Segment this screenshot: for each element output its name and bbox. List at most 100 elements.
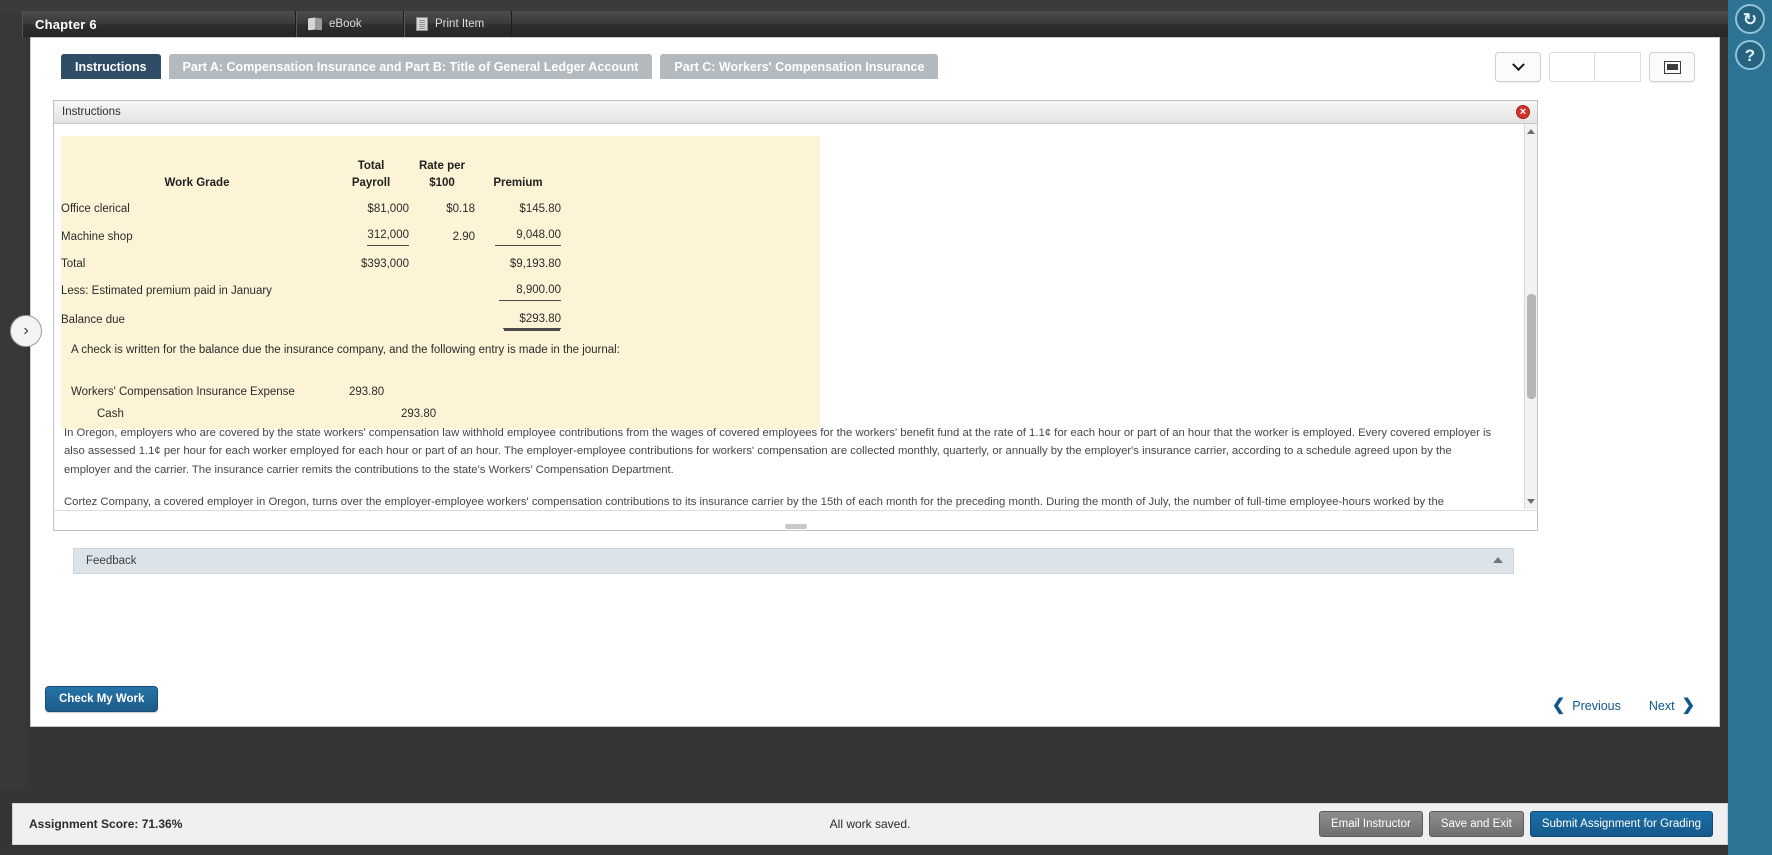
left-frame-edge xyxy=(0,0,26,790)
list-view-icon xyxy=(1663,60,1681,74)
ebook-tab-label: eBook xyxy=(329,18,362,30)
next-label: Next xyxy=(1648,699,1675,713)
chapter-title: Chapter 6 xyxy=(22,11,296,37)
instructions-panel-body: Work Grade Total Payroll Rate per $100 P… xyxy=(54,124,1537,509)
header-spacer xyxy=(512,11,1728,37)
next-button[interactable]: Next ❯ xyxy=(1649,698,1695,714)
save-status: All work saved. xyxy=(829,817,911,831)
row-premium-value: 9,048.00 xyxy=(495,229,561,246)
refresh-icon[interactable]: ↻ xyxy=(1735,4,1765,34)
total-payroll: $393,000 xyxy=(361,257,409,270)
tab-part-a-b[interactable]: Part A: Compensation Insurance and Part … xyxy=(168,54,653,79)
instructions-panel-header: Instructions × xyxy=(54,101,1537,124)
card-toolbar xyxy=(1495,52,1695,82)
less-rate-blank xyxy=(409,278,475,307)
table-row: Machine shop 312,000 2.90 9,048.00 xyxy=(61,223,561,252)
row-payroll-value: 312,000 xyxy=(367,229,409,246)
instructions-panel-title: Instructions xyxy=(62,106,121,118)
balance-premium-value: $293.80 xyxy=(503,313,561,330)
total-premium: $9,193.80 xyxy=(509,257,561,270)
instructions-panel-footer xyxy=(54,510,1537,530)
list-view-button[interactable] xyxy=(1649,52,1695,82)
col-total-payroll-line2: Payroll xyxy=(351,176,391,189)
journal-line-credit: 293.80 xyxy=(401,408,437,420)
row-label: Office clerical xyxy=(61,203,130,216)
col-premium: Premium xyxy=(493,176,543,189)
scrollbar-thumb[interactable] xyxy=(1527,294,1536,399)
book-icon xyxy=(308,17,322,31)
vertical-scrollbar[interactable] xyxy=(1524,124,1537,509)
save-and-exit-button[interactable]: Save and Exit xyxy=(1428,811,1524,837)
submit-assignment-button[interactable]: Submit Assignment for Grading xyxy=(1529,811,1713,837)
col-rate-line2: $100 xyxy=(429,176,455,189)
triangle-up-icon[interactable] xyxy=(1493,557,1503,563)
feedback-bar[interactable]: Feedback xyxy=(73,548,1514,574)
journal-note: A check is written for the balance due t… xyxy=(71,344,620,356)
toolbar-field-two[interactable] xyxy=(1595,52,1641,82)
page-navigation: ❮ Previous Next ❯ xyxy=(1552,698,1695,714)
row-rate: $0.18 xyxy=(446,203,475,216)
row-premium: $145.80 xyxy=(519,203,561,216)
status-bar-actions: Email Instructor Save and Exit Submit As… xyxy=(1318,811,1713,837)
balance-premium: $293.80 xyxy=(475,307,561,336)
row-label: Machine shop xyxy=(61,230,133,243)
less-label: Less: Estimated premium paid in January xyxy=(61,285,272,298)
paragraph: In Oregon, employers who are covered by … xyxy=(64,427,1492,476)
chevron-left-icon: ❮ xyxy=(1551,697,1566,714)
chevron-right-icon[interactable]: › xyxy=(10,315,42,347)
feedback-label: Feedback xyxy=(86,555,137,567)
instructions-panel: Instructions × Work Grade Total Payroll xyxy=(53,100,1538,531)
check-my-work-button[interactable]: Check My Work xyxy=(45,686,159,712)
balance-rate-blank xyxy=(409,307,475,336)
row-rate: 2.90 xyxy=(452,230,475,243)
help-icon[interactable]: ? xyxy=(1735,40,1765,70)
print-icon xyxy=(416,17,428,31)
toolbar-field-one[interactable] xyxy=(1549,52,1595,82)
previous-label: Previous xyxy=(1572,699,1621,713)
table-header-row: Work Grade Total Payroll Rate per $100 P… xyxy=(61,158,561,197)
total-rate xyxy=(409,252,475,278)
table-balance-row: Balance due $293.80 xyxy=(61,307,561,336)
paragraph: Cortez Company, a covered employer in Or… xyxy=(64,495,1445,508)
assignment-score: Assignment Score: 71.36% xyxy=(29,817,183,831)
previous-button[interactable]: ❮ Previous xyxy=(1552,698,1621,714)
balance-label: Balance due xyxy=(61,314,125,327)
tab-instructions[interactable]: Instructions xyxy=(61,54,161,79)
less-premium-value: 8,900.00 xyxy=(499,284,561,301)
col-rate-line1: Rate per xyxy=(418,160,466,172)
scroll-down-icon[interactable] xyxy=(1525,495,1537,508)
close-icon[interactable]: × xyxy=(1516,105,1530,119)
example-block: Work Grade Total Payroll Rate per $100 P… xyxy=(61,136,820,429)
journal-line-account: Workers' Compensation Insurance Expense xyxy=(71,386,295,398)
journal-line-account: Cash xyxy=(97,408,124,420)
application-window: ↻ ? Chapter 6 eBook Print Item › Instruc… xyxy=(0,0,1772,855)
table-header: Work Grade Total Payroll Rate per $100 P… xyxy=(61,158,561,197)
scroll-up-icon[interactable] xyxy=(1525,125,1537,138)
col-total-payroll: Total Payroll xyxy=(333,158,409,197)
status-bar: Assignment Score: 71.36% All work saved.… xyxy=(12,803,1728,845)
premium-calculation-table: Work Grade Total Payroll Rate per $100 P… xyxy=(61,158,561,335)
row-premium: 9,048.00 xyxy=(475,223,561,252)
col-rate-per-100: Rate per $100 xyxy=(409,158,475,197)
resize-grip[interactable] xyxy=(784,524,807,529)
table-less-row: Less: Estimated premium paid in January … xyxy=(61,278,561,307)
email-instructor-button[interactable]: Email Instructor xyxy=(1318,811,1423,837)
app-header: Chapter 6 eBook Print Item xyxy=(22,11,1728,37)
tab-part-c[interactable]: Part C: Workers' Compensation Insurance xyxy=(660,54,939,79)
total-label: Total xyxy=(61,257,86,270)
ebook-tab[interactable]: eBook xyxy=(296,11,404,37)
less-premium: 8,900.00 xyxy=(475,278,561,307)
content-card: Instructions Part A: Compensation Insura… xyxy=(30,37,1720,727)
table-row: Office clerical $81,000 $0.18 $145.80 xyxy=(61,197,561,223)
journal-line-debit: 293.80 xyxy=(349,386,385,398)
row-payroll: $81,000 xyxy=(367,203,409,216)
view-dropdown-button[interactable] xyxy=(1495,52,1541,82)
part-tab-bar: Instructions Part A: Compensation Insura… xyxy=(61,54,939,79)
less-payroll-blank xyxy=(333,278,409,307)
row-payroll: 312,000 xyxy=(333,223,409,252)
instruction-paragraphs: In Oregon, employers who are covered by … xyxy=(56,424,1504,509)
col-total-payroll-line1: Total xyxy=(357,160,385,172)
col-work-grade: Work Grade xyxy=(164,176,230,189)
table-total-row: Total $393,000 $9,193.80 xyxy=(61,252,561,278)
print-item-tab[interactable]: Print Item xyxy=(404,11,512,37)
